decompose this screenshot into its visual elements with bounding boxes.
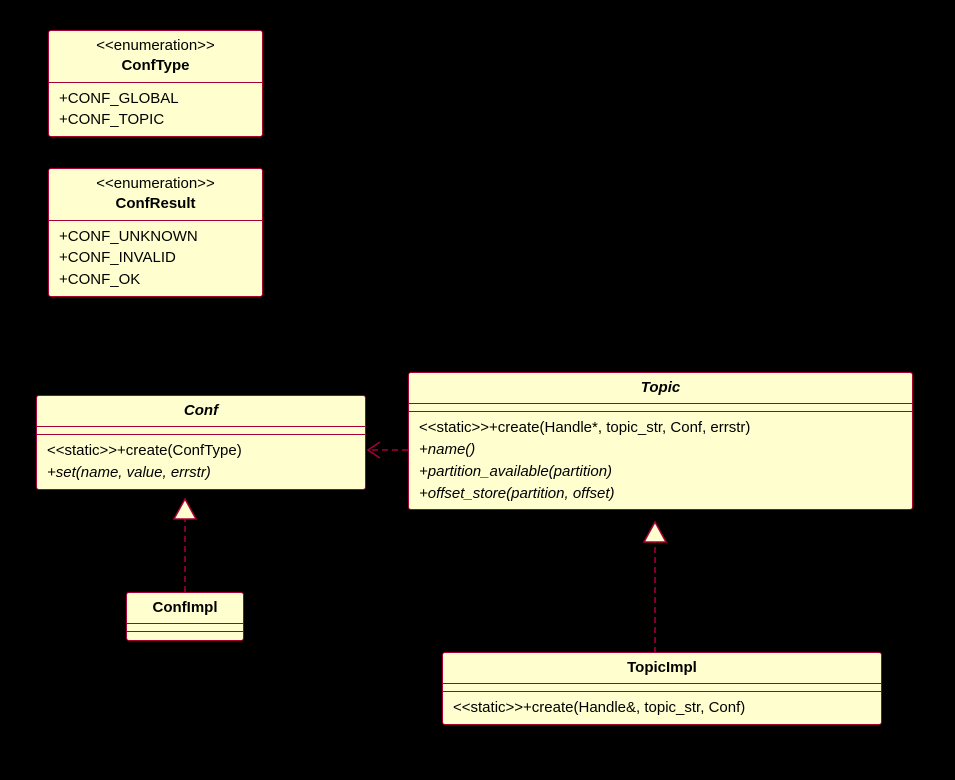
class-methods: <<static>>+create(Handle*, topic_str, Co… bbox=[409, 412, 912, 509]
enum-value: +CONF_OK bbox=[59, 269, 252, 291]
class-conf: Conf <<static>>+create(ConfType) +set(na… bbox=[36, 395, 366, 490]
stereotype-label: <<enumeration>> bbox=[59, 36, 252, 56]
class-methods: <<static>>+create(ConfType) +set(name, v… bbox=[37, 435, 365, 489]
class-header: Topic bbox=[409, 373, 912, 404]
empty-attrs bbox=[127, 624, 243, 632]
method: +offset_store(partition, offset) bbox=[419, 483, 902, 505]
class-name: ConfImpl bbox=[137, 598, 233, 618]
stereotype-label: <<enumeration>> bbox=[59, 174, 252, 194]
enum-value: +CONF_UNKNOWN bbox=[59, 226, 252, 248]
enum-value: +CONF_INVALID bbox=[59, 247, 252, 269]
enum-name: ConfType bbox=[59, 56, 252, 76]
method: <<static>>+create(Handle&, topic_str, Co… bbox=[453, 697, 871, 719]
method: +partition_available(partition) bbox=[419, 461, 902, 483]
class-topic: Topic <<static>>+create(Handle*, topic_s… bbox=[408, 372, 913, 510]
enum-header: <<enumeration>> ConfResult bbox=[49, 169, 262, 221]
enum-confresult: <<enumeration>> ConfResult +CONF_UNKNOWN… bbox=[48, 168, 263, 297]
method: <<static>>+create(ConfType) bbox=[47, 440, 355, 462]
class-header: TopicImpl bbox=[443, 653, 881, 684]
enum-name: ConfResult bbox=[59, 194, 252, 214]
empty-methods bbox=[127, 632, 243, 640]
enum-values: +CONF_UNKNOWN +CONF_INVALID +CONF_OK bbox=[49, 221, 262, 296]
empty-attrs bbox=[37, 427, 365, 435]
enum-value: +CONF_GLOBAL bbox=[59, 88, 252, 110]
method: <<static>>+create(Handle*, topic_str, Co… bbox=[419, 417, 902, 439]
enum-header: <<enumeration>> ConfType bbox=[49, 31, 262, 83]
class-header: ConfImpl bbox=[127, 593, 243, 624]
method: +set(name, value, errstr) bbox=[47, 462, 355, 484]
class-name: Topic bbox=[419, 378, 902, 398]
class-name: TopicImpl bbox=[453, 658, 871, 678]
enum-values: +CONF_GLOBAL +CONF_TOPIC bbox=[49, 83, 262, 137]
empty-attrs bbox=[409, 404, 912, 412]
realization-arrow bbox=[170, 497, 200, 593]
method: +name() bbox=[419, 439, 902, 461]
enum-value: +CONF_TOPIC bbox=[59, 109, 252, 131]
class-topicimpl: TopicImpl <<static>>+create(Handle&, top… bbox=[442, 652, 882, 725]
dependency-arrow bbox=[366, 440, 410, 460]
enum-conftype: <<enumeration>> ConfType +CONF_GLOBAL +C… bbox=[48, 30, 263, 137]
realization-arrow bbox=[640, 520, 670, 654]
class-confimpl: ConfImpl bbox=[126, 592, 244, 641]
class-name: Conf bbox=[47, 401, 355, 421]
empty-attrs bbox=[443, 684, 881, 692]
class-methods: <<static>>+create(Handle&, topic_str, Co… bbox=[443, 692, 881, 724]
class-header: Conf bbox=[37, 396, 365, 427]
